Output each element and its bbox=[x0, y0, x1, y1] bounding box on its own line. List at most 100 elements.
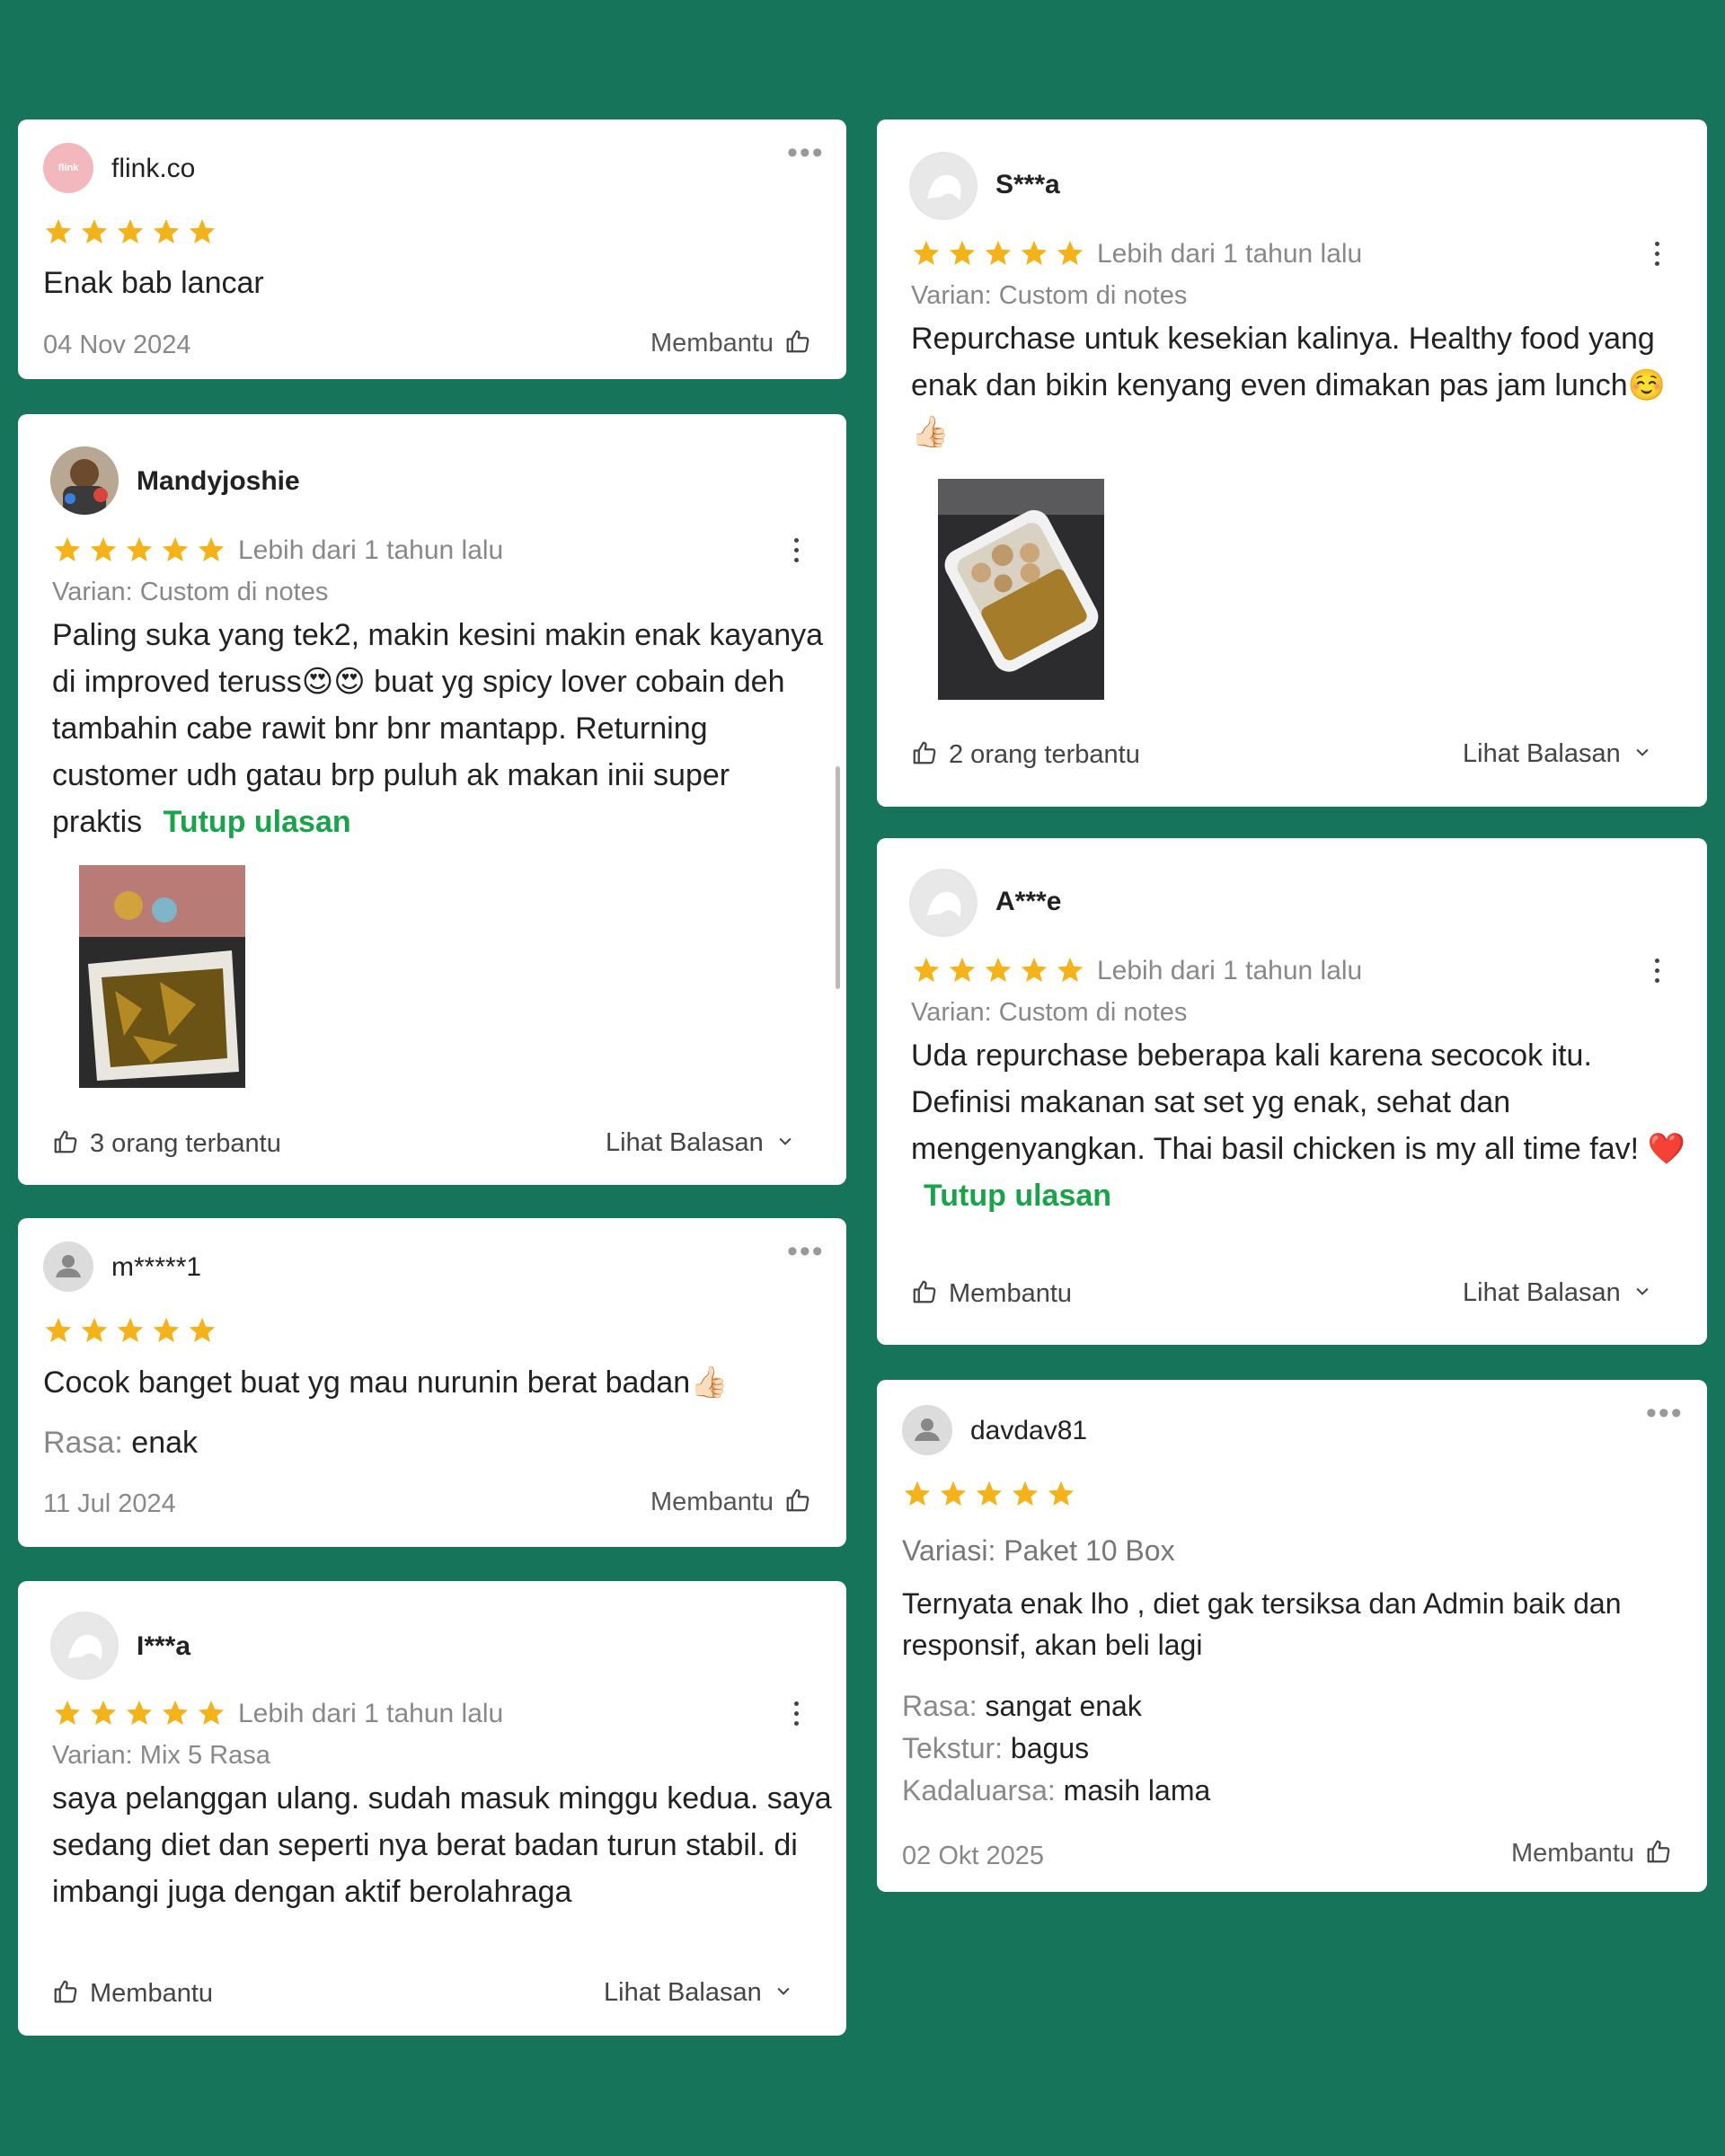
view-replies-button[interactable]: Lihat Balasan bbox=[1463, 739, 1651, 769]
helpful-button[interactable]: Membantu bbox=[650, 328, 811, 359]
star-icon bbox=[160, 535, 190, 565]
review-text-block: Paling suka yang tek2, makin kesini maki… bbox=[52, 612, 825, 845]
avatar[interactable] bbox=[909, 869, 978, 937]
avatar[interactable] bbox=[50, 446, 119, 515]
taste-label: Rasa: bbox=[902, 1690, 978, 1722]
expiry-label: Kadaluarsa: bbox=[902, 1774, 1056, 1807]
review-text: Ternyata enak lho , diet gak tersiksa da… bbox=[902, 1587, 1622, 1661]
helpful-button[interactable]: Membantu bbox=[650, 1487, 811, 1518]
variant-label: Varian: Custom di notes bbox=[911, 281, 1188, 310]
reviewer-name[interactable]: I***a bbox=[137, 1631, 190, 1662]
collapse-review-link[interactable]: Tutup ulasan bbox=[924, 1179, 1111, 1213]
star-icon bbox=[124, 535, 155, 565]
variant-label: Varian: Custom di notes bbox=[52, 578, 329, 606]
rating-stars bbox=[52, 1698, 226, 1728]
helpful-label: Membantu bbox=[90, 1979, 214, 2008]
review-card-flink: flink flink.co ••• Enak bab lancar 04 No… bbox=[18, 119, 846, 379]
star-icon bbox=[115, 1315, 146, 1346]
star-icon bbox=[187, 216, 217, 247]
star-icon bbox=[983, 238, 1013, 269]
star-icon bbox=[79, 1315, 110, 1346]
view-replies-label: Lihat Balasan bbox=[606, 1128, 764, 1157]
star-icon bbox=[1019, 955, 1049, 985]
review-photo[interactable] bbox=[938, 479, 1104, 700]
review-text: Enak bab lancar bbox=[43, 266, 264, 300]
thumbs-up-icon bbox=[911, 1278, 938, 1310]
reviewer-name[interactable]: davdav81 bbox=[970, 1416, 1087, 1446]
more-vertical-icon[interactable] bbox=[1653, 242, 1660, 266]
avatar[interactable] bbox=[909, 152, 978, 220]
review-date: 02 Okt 2025 bbox=[902, 1842, 1044, 1870]
scrollbar[interactable] bbox=[836, 766, 840, 989]
avatar[interactable] bbox=[43, 1241, 93, 1292]
more-vertical-icon[interactable] bbox=[1653, 959, 1660, 983]
reviewer-name[interactable]: flink.co bbox=[111, 154, 195, 184]
helpful-button[interactable]: Membantu bbox=[1511, 1838, 1672, 1869]
star-icon bbox=[52, 535, 83, 565]
view-replies-button[interactable]: Lihat Balasan bbox=[604, 1978, 792, 2008]
star-icon bbox=[1046, 1479, 1076, 1509]
helpful-label: Membantu bbox=[1511, 1839, 1635, 1868]
star-icon bbox=[1010, 1479, 1040, 1509]
variant-label: Variasi: Paket 10 Box bbox=[902, 1534, 1175, 1567]
star-icon bbox=[983, 955, 1013, 985]
texture-value: bagus bbox=[1010, 1732, 1090, 1764]
rating-stars bbox=[43, 216, 217, 247]
star-icon bbox=[187, 1315, 217, 1346]
helpful-label: Membantu bbox=[650, 1488, 774, 1516]
star-icon bbox=[1019, 238, 1049, 269]
helpful-button[interactable]: Membantu bbox=[911, 1278, 1072, 1310]
star-icon bbox=[974, 1479, 1004, 1509]
more-vertical-icon[interactable] bbox=[792, 1701, 800, 1726]
star-icon bbox=[947, 955, 978, 985]
helpful-button[interactable]: Membantu bbox=[52, 1978, 213, 2010]
helpful-button[interactable]: 3 orang terbantu bbox=[52, 1128, 281, 1160]
review-time: Lebih dari 1 tahun lalu bbox=[238, 535, 504, 565]
chevron-down-icon bbox=[1633, 743, 1651, 765]
chevron-down-icon bbox=[776, 1132, 794, 1154]
avatar[interactable] bbox=[50, 1612, 119, 1680]
review-photo[interactable] bbox=[79, 865, 245, 1088]
helpful-button[interactable]: 2 orang terbantu bbox=[911, 739, 1140, 771]
review-time: Lebih dari 1 tahun lalu bbox=[1097, 239, 1363, 269]
more-horizontal-icon[interactable]: ••• bbox=[787, 1234, 825, 1269]
star-icon bbox=[947, 238, 978, 269]
review-text: Repurchase untuk kesekian kalinya. Healt… bbox=[911, 322, 1666, 449]
review-card-ae: A***e Lebih dari 1 tahun lalu Varian: Cu… bbox=[877, 838, 1707, 1345]
review-time: Lebih dari 1 tahun lalu bbox=[1097, 956, 1363, 985]
review-text-block: Uda repurchase beberapa kali karena seco… bbox=[911, 1032, 1689, 1219]
review-text: saya pelanggan ulang. sudah masuk minggu… bbox=[52, 1781, 832, 1909]
thumbs-up-icon bbox=[784, 328, 811, 359]
star-icon bbox=[151, 216, 181, 247]
helpful-count: 2 orang terbantu bbox=[949, 740, 1140, 769]
star-icon bbox=[911, 238, 942, 269]
reviewer-name[interactable]: m*****1 bbox=[111, 1252, 201, 1283]
view-replies-button[interactable]: Lihat Balasan bbox=[606, 1128, 794, 1158]
view-replies-button[interactable]: Lihat Balasan bbox=[1463, 1278, 1651, 1308]
star-icon bbox=[911, 955, 942, 985]
chevron-down-icon bbox=[1633, 1282, 1651, 1304]
review-card-mandyjoshie: Mandyjoshie Lebih dari 1 tahun lalu Vari… bbox=[18, 414, 846, 1185]
review-date: 04 Nov 2024 bbox=[43, 331, 191, 359]
more-vertical-icon[interactable] bbox=[792, 538, 800, 562]
expiry-row: Kadaluarsa: masih lama bbox=[902, 1770, 1210, 1812]
avatar[interactable]: flink bbox=[43, 143, 93, 193]
view-replies-label: Lihat Balasan bbox=[1463, 1278, 1621, 1307]
taste-row: Rasa: sangat enak bbox=[902, 1685, 1210, 1727]
helpful-label: Membantu bbox=[650, 329, 774, 358]
thumbs-up-icon bbox=[52, 1978, 79, 2010]
rating-stars bbox=[911, 955, 1085, 985]
star-icon bbox=[1055, 238, 1085, 269]
reviewer-name[interactable]: Mandyjoshie bbox=[137, 466, 300, 497]
view-replies-label: Lihat Balasan bbox=[604, 1978, 762, 2007]
star-icon bbox=[79, 216, 110, 247]
reviewer-name[interactable]: S***a bbox=[995, 170, 1060, 200]
avatar[interactable] bbox=[902, 1405, 952, 1455]
collapse-review-link[interactable]: Tutup ulasan bbox=[164, 805, 351, 839]
rating-stars bbox=[43, 1315, 217, 1346]
review-card-davdav81: davdav81 ••• Variasi: Paket 10 Box Terny… bbox=[877, 1380, 1707, 1892]
more-horizontal-icon[interactable]: ••• bbox=[1646, 1396, 1684, 1431]
rating-stars bbox=[911, 238, 1085, 269]
reviewer-name[interactable]: A***e bbox=[995, 887, 1061, 917]
more-horizontal-icon[interactable]: ••• bbox=[787, 136, 825, 171]
